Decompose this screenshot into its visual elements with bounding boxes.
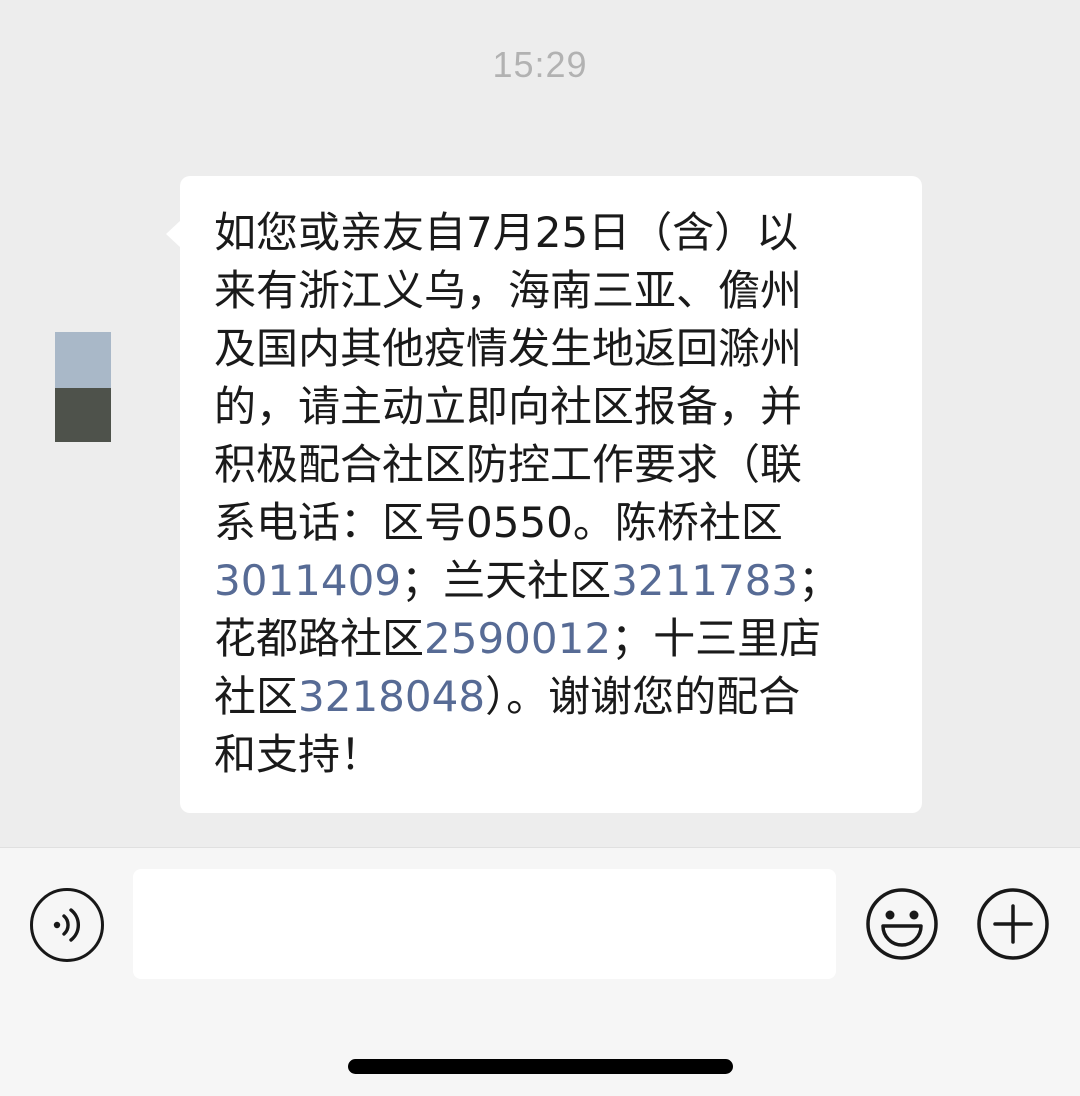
avatar-bottom-block (55, 388, 111, 442)
message-line: 社区3218048）。谢谢您的配合 (214, 668, 800, 726)
avatar-top-block (55, 332, 111, 388)
message-line: 及国内其他疫情发生地返回滁州 (214, 324, 803, 373)
emoji-button[interactable] (865, 887, 939, 961)
message-line: 和支持！ (214, 730, 383, 779)
message-text: ）。谢谢您的配合 (485, 672, 801, 721)
message-line: 的，请主动立即向社区报备，并 (214, 382, 803, 431)
message-text: ；十三里店 (611, 614, 822, 663)
message-line: 如您或亲友自7月25日（含）以 (214, 208, 799, 257)
phone-link[interactable]: 3211783 (611, 556, 798, 605)
avatar[interactable] (55, 332, 111, 442)
more-button[interactable] (976, 887, 1050, 961)
message-line: 积极配合社区防控工作要求（联 (214, 440, 803, 489)
message-line: 花都路社区2590012；十三里店 (214, 610, 821, 668)
home-indicator[interactable] (348, 1059, 733, 1074)
message-text: ； (798, 556, 841, 605)
phone-link[interactable]: 2590012 (424, 614, 611, 663)
voice-button[interactable] (30, 888, 104, 962)
message-text: ；兰天社区 (401, 556, 612, 605)
emoji-icon (866, 888, 938, 960)
phone-link[interactable]: 3218048 (298, 672, 485, 721)
message-text: 社区 (214, 672, 299, 721)
message-line: 系电话：区号0550。陈桥社区 (214, 498, 783, 547)
chat-screen: 15:29 如您或亲友自7月25日（含）以 来有浙江义乌，海南三亚、儋州 及国内… (0, 0, 1080, 1096)
message-line: 来有浙江义乌，海南三亚、儋州 (214, 266, 803, 315)
message-line: 3011409；兰天社区3211783； (214, 552, 840, 610)
plus-icon (977, 888, 1049, 960)
message-timestamp: 15:29 (492, 44, 588, 85)
message-text: 花都路社区 (214, 614, 425, 663)
voice-icon (53, 908, 81, 942)
bubble-tail (166, 220, 181, 248)
message-input[interactable] (133, 869, 836, 979)
phone-link[interactable]: 3011409 (214, 556, 401, 605)
